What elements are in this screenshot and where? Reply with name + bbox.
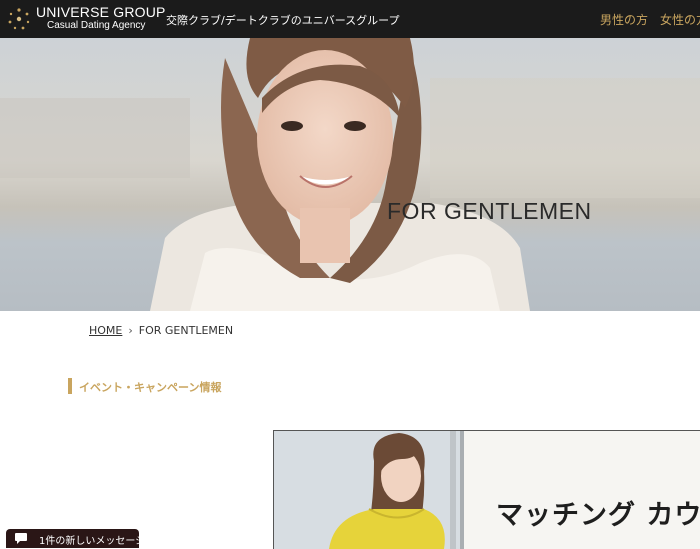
- page-title: FOR GENTLEMEN: [387, 198, 592, 224]
- breadcrumb-separator-icon: ›: [128, 324, 133, 337]
- site-tagline: 交際クラブ/デートクラブのユニバースグループ: [166, 14, 400, 27]
- top-header: UNIVERSE GROUP Casual Dating Agency 交際クラ…: [0, 0, 700, 38]
- new-message-text: 1件の新しいメッセージ: [39, 536, 146, 547]
- breadcrumb-home-link[interactable]: HOME: [89, 324, 122, 337]
- new-message-badge[interactable]: 1件の新しいメッセージ: [6, 529, 145, 548]
- breadcrumb-current: FOR GENTLEMEN: [138, 324, 234, 337]
- brand-subtitle: Casual Dating Agency: [47, 20, 146, 31]
- banner-headline: マッチング カウン: [496, 500, 700, 531]
- nav-link-women[interactable]: 女性の方: [660, 11, 700, 28]
- chat-bubble-icon: [15, 533, 27, 544]
- section-accent-bar: [68, 378, 72, 394]
- hero-banner: FOR GENTLEMEN: [0, 38, 700, 311]
- nav-link-men[interactable]: 男性の方: [600, 11, 648, 28]
- breadcrumb: HOME › FOR GENTLEMEN: [89, 324, 233, 337]
- section-heading: イベント・キャンペーン情報: [79, 381, 222, 394]
- hero-photo-woman: [0, 38, 700, 311]
- star-logo-icon[interactable]: [7, 7, 31, 31]
- brand-title[interactable]: UNIVERSE GROUP: [36, 4, 166, 20]
- campaign-banner[interactable]: マッチング カウン: [273, 430, 700, 549]
